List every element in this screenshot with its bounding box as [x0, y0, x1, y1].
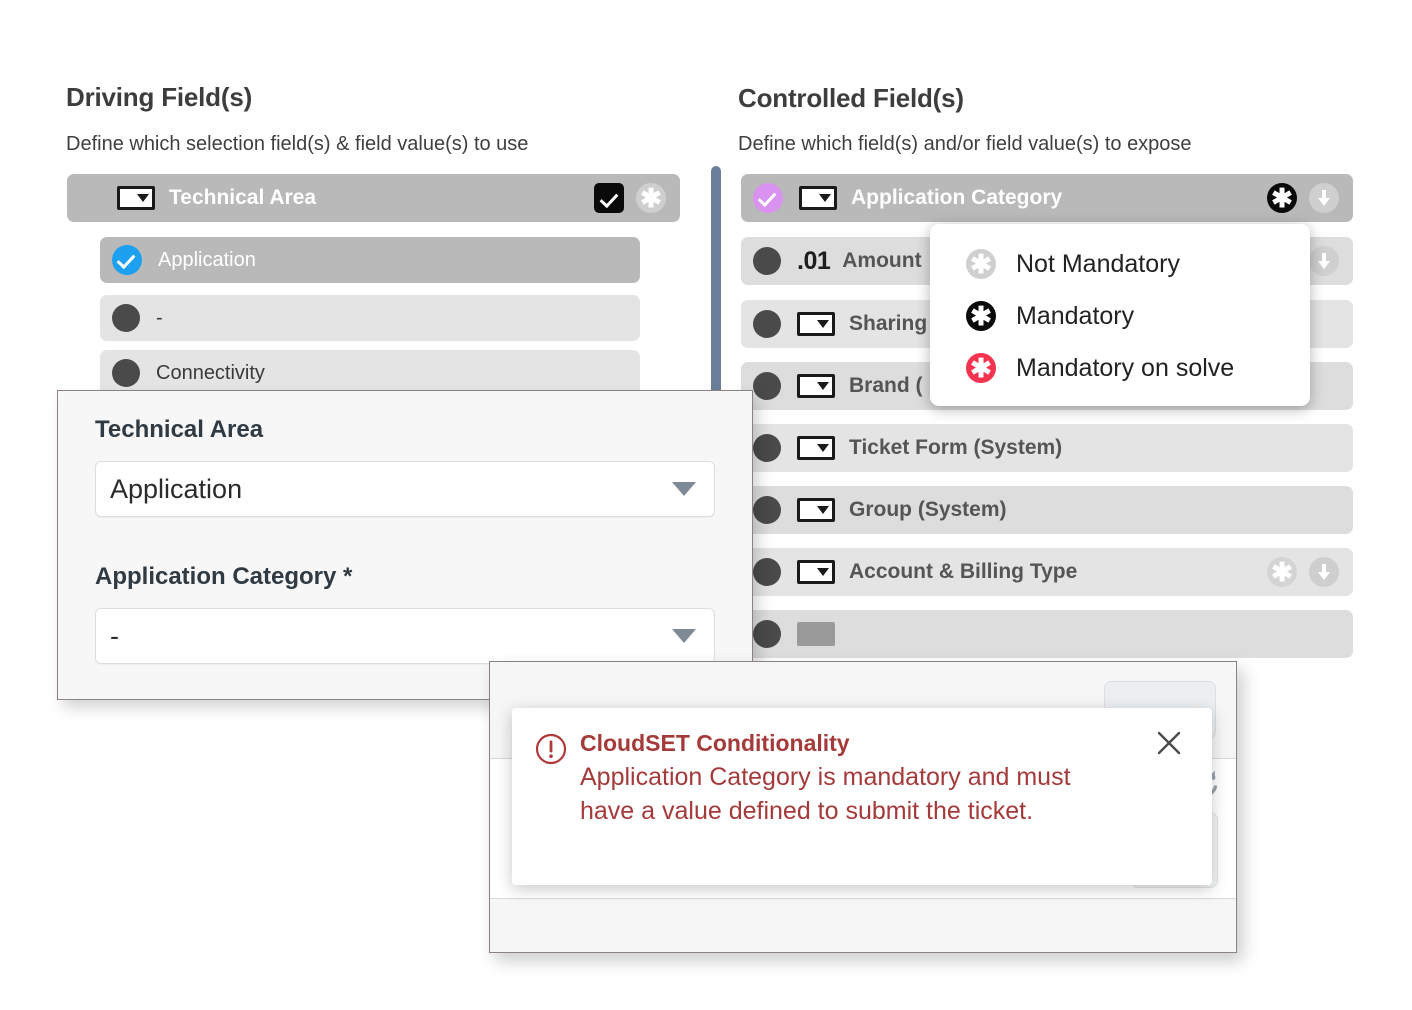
menu-item-label: Not Mandatory	[1016, 249, 1180, 278]
driving-value-label: Connectivity	[156, 361, 265, 384]
asterisk-badge-black-icon: ✱	[966, 301, 996, 331]
asterisk-badge[interactable]: ✱	[636, 183, 666, 213]
driving-value-row[interactable]: Application	[100, 237, 640, 283]
chevron-down-icon	[672, 629, 696, 643]
dot-icon	[753, 247, 781, 275]
driving-value-label: Application	[158, 248, 256, 271]
controlled-fields-subtitle: Define which field(s) and/or field value…	[738, 133, 1192, 155]
chevron-down-icon	[672, 482, 696, 496]
driving-value-label: -	[156, 306, 163, 329]
dot-icon	[753, 496, 781, 524]
dot-icon	[753, 434, 781, 462]
menu-item-mandatory[interactable]: ✱ Mandatory	[930, 290, 1310, 342]
menu-item-not-mandatory[interactable]: ✱ Not Mandatory	[930, 238, 1310, 290]
controlled-field-label: Amount	[842, 249, 922, 272]
asterisk-badge[interactable]: ✱	[1267, 557, 1297, 587]
download-badge[interactable]	[1309, 183, 1339, 213]
controlled-field-row-partial[interactable]	[741, 610, 1353, 658]
driving-field-label: Technical Area	[169, 186, 317, 209]
application-category-label: Application Category *	[95, 563, 353, 590]
select-box-icon	[797, 560, 835, 584]
menu-item-label: Mandatory on solve	[1016, 353, 1235, 382]
controlled-fields-title: Controlled Field(s)	[738, 83, 964, 113]
technical-area-label: Technical Area	[95, 416, 264, 443]
driving-field-row-technical-area[interactable]: Technical Area ✱	[67, 174, 680, 222]
toast-title: CloudSET Conditionality	[580, 730, 850, 756]
controlled-field-label: Ticket Form (System)	[849, 436, 1063, 459]
controlled-field-row-group[interactable]: Group (System)	[741, 486, 1353, 534]
dot-icon	[753, 372, 781, 400]
menu-item-label: Mandatory	[1016, 301, 1135, 330]
technical-area-value: Application	[110, 473, 243, 504]
dot-icon	[753, 310, 781, 338]
select-box-icon	[797, 436, 835, 460]
close-icon[interactable]	[1154, 728, 1184, 758]
controlled-field-row-application-category[interactable]: Application Category ✱	[741, 174, 1353, 222]
toast-message: Application Category is mandatory and mu…	[580, 763, 1071, 825]
check-circle-icon	[112, 245, 142, 275]
controlled-field-label: Account & Billing Type	[849, 560, 1078, 583]
driving-value-row[interactable]: -	[100, 295, 640, 341]
select-box-icon	[797, 498, 835, 522]
error-toast: CloudSET Conditionality Application Cate…	[512, 708, 1212, 885]
asterisk-badge-grey-icon: ✱	[966, 249, 996, 279]
controlled-field-label: Application Category	[851, 186, 1063, 209]
form-preview-card: Technical Area Application Application C…	[57, 390, 753, 700]
technical-area-select[interactable]: Application	[95, 461, 715, 517]
application-category-value: -	[110, 620, 119, 651]
select-box-icon	[797, 374, 835, 398]
asterisk-badge-red-icon: ✱	[966, 353, 996, 383]
mandatory-options-menu[interactable]: ✱ Not Mandatory ✱ Mandatory ✱ Mandatory …	[930, 224, 1310, 406]
check-circle-icon	[753, 183, 783, 213]
column-divider	[711, 166, 721, 411]
asterisk-badge[interactable]: ✱	[1267, 183, 1297, 213]
error-exclamation-icon	[535, 733, 567, 765]
dot-icon	[112, 304, 140, 332]
controlled-field-label: Group (System)	[849, 498, 1007, 521]
controlled-field-row-ticket-form[interactable]: Ticket Form (System)	[741, 424, 1353, 472]
driving-fields-title: Driving Field(s)	[66, 82, 253, 112]
menu-item-mandatory-on-solve[interactable]: ✱ Mandatory on solve	[930, 342, 1310, 394]
download-badge[interactable]	[1309, 557, 1339, 587]
controlled-field-label: Sharing	[849, 312, 928, 335]
decimal-icon: .01	[797, 246, 831, 275]
download-badge[interactable]	[1309, 246, 1339, 276]
dot-icon	[112, 359, 140, 387]
application-category-select[interactable]: -	[95, 608, 715, 664]
dot-icon	[753, 558, 781, 586]
controlled-field-row-account-billing-type[interactable]: Account & Billing Type ✱	[741, 548, 1353, 596]
select-box-icon	[117, 186, 155, 210]
dot-icon	[753, 620, 781, 648]
select-box-icon	[797, 622, 835, 646]
driving-fields-subtitle: Define which selection field(s) & field …	[66, 133, 529, 155]
select-box-icon	[797, 312, 835, 336]
controlled-field-label: Brand (	[849, 374, 923, 397]
select-box-icon	[799, 186, 837, 210]
check-badge[interactable]	[594, 183, 624, 213]
